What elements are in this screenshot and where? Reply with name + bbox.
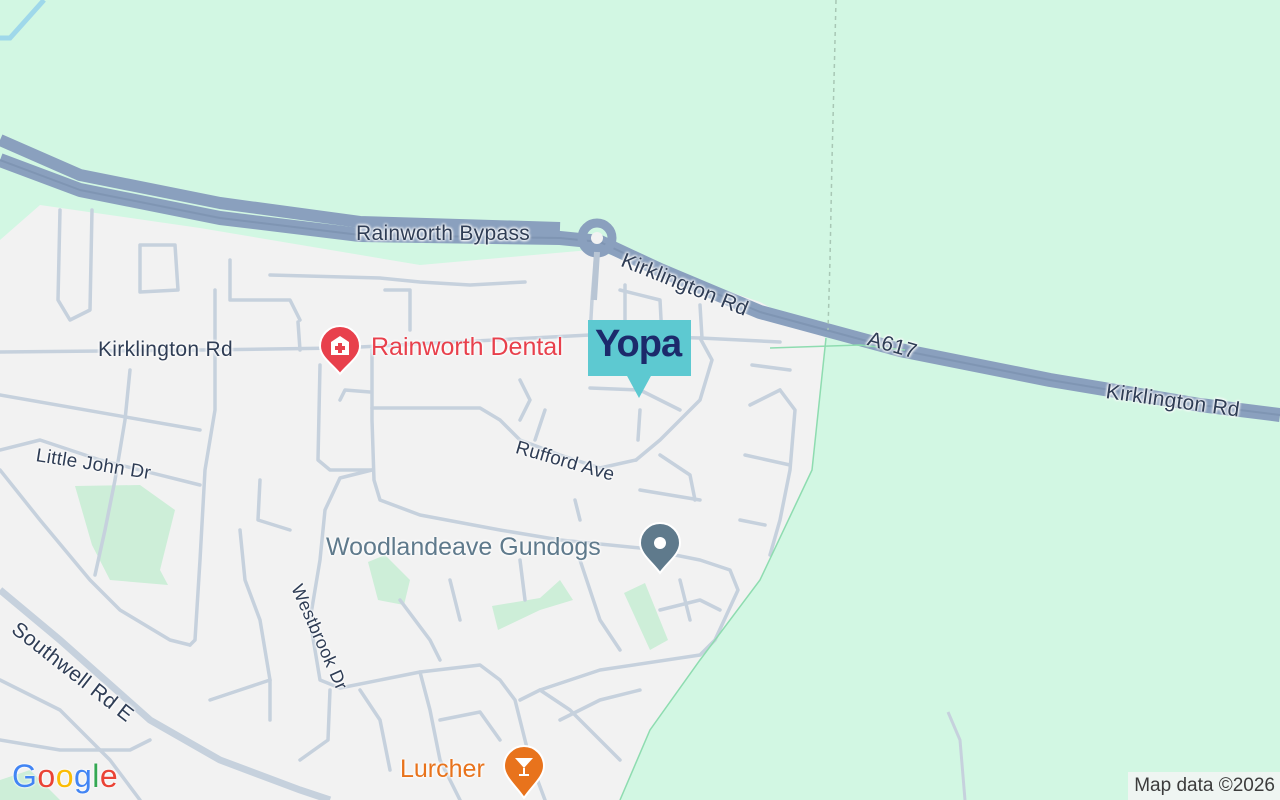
road-label-rainworth-bypass: Rainworth Bypass	[356, 222, 531, 245]
dental-label[interactable]: Rainworth Dental	[371, 333, 563, 362]
dental-pin[interactable]	[318, 324, 362, 381]
map-attribution[interactable]: Map data ©2026	[1128, 772, 1280, 800]
map-canvas[interactable]: Rainworth Bypass Kirklington Rd A617 Kir…	[0, 0, 1280, 800]
map-base-layer	[0, 0, 1280, 800]
gundogs-pin[interactable]	[638, 521, 682, 580]
google-logo: Google	[12, 758, 118, 795]
lurcher-pin[interactable]	[502, 744, 546, 800]
google-logo-text: Google	[12, 758, 119, 794]
location-dot-icon	[638, 521, 682, 575]
brand-marker-text: Yopa	[595, 323, 682, 365]
lurcher-label[interactable]: Lurcher	[400, 755, 485, 784]
gundogs-label[interactable]: Woodlandeave Gundogs	[326, 533, 601, 562]
cocktail-icon	[502, 744, 546, 800]
medical-cross-icon	[318, 324, 362, 376]
brand-marker-pointer	[626, 374, 652, 398]
road-label-kirklington-rd-west: Kirklington Rd	[98, 338, 233, 361]
